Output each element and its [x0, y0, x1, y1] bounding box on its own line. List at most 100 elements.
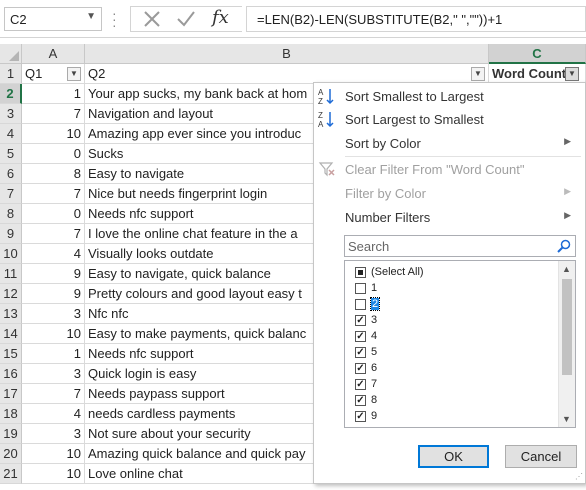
filter-value-item[interactable]: ✓ 5	[355, 345, 555, 361]
row-header[interactable]: 8	[0, 204, 22, 224]
checkbox[interactable]	[355, 299, 366, 310]
cell-q1[interactable]: 4	[22, 244, 85, 264]
cell-q1[interactable]: 7	[22, 384, 85, 404]
submenu-arrow-icon: ▶	[564, 210, 571, 220]
svg-text:Z: Z	[318, 97, 323, 105]
menu-item-label: Filter by Color	[345, 186, 426, 201]
column-header-b[interactable]: B	[85, 44, 489, 64]
cancel-button[interactable]: Cancel	[505, 445, 577, 468]
filter-dropdown-icon[interactable]: ▼	[67, 67, 81, 81]
row-header[interactable]: 9	[0, 224, 22, 244]
row-header[interactable]: 14	[0, 324, 22, 344]
row-header[interactable]: 17	[0, 384, 22, 404]
cell-q1[interactable]: 3	[22, 364, 85, 384]
cell-q1[interactable]: 9	[22, 284, 85, 304]
filter-value-item[interactable]: ✓ 3	[355, 313, 555, 329]
row-header[interactable]: 16	[0, 364, 22, 384]
checkbox[interactable]: ✓	[355, 347, 366, 358]
filter-value-item[interactable]: ✓ 11	[355, 425, 555, 428]
name-box[interactable]: C2 ▼	[4, 7, 102, 31]
column-header-a[interactable]: A	[22, 44, 85, 64]
filter-value-item[interactable]: ✓ 8	[355, 393, 555, 409]
row-header[interactable]: 3	[0, 104, 22, 124]
row-header[interactable]: 13	[0, 304, 22, 324]
menu-item-sort-ascending[interactable]: A Z Sort Smallest to Largest	[314, 85, 586, 107]
select-all-corner[interactable]	[0, 44, 22, 64]
checkbox[interactable]: ✓	[355, 427, 366, 428]
filter-value-item[interactable]: 1	[355, 281, 555, 297]
cell-q1[interactable]: 10	[22, 324, 85, 344]
scroll-up-icon[interactable]: ▲	[562, 264, 571, 274]
cell-q1[interactable]: 7	[22, 184, 85, 204]
cell-q1[interactable]: 3	[22, 304, 85, 324]
cell-q1[interactable]: 10	[22, 464, 85, 484]
row-header[interactable]: 15	[0, 344, 22, 364]
checkbox[interactable]	[355, 267, 366, 278]
row-header[interactable]: 20	[0, 444, 22, 464]
checkbox[interactable]: ✓	[355, 363, 366, 374]
cell-q1[interactable]: 8	[22, 164, 85, 184]
resize-grip-icon[interactable]: ⋰	[575, 473, 583, 481]
cell-q1[interactable]: 3	[22, 424, 85, 444]
insert-function-icon[interactable]: fx	[212, 7, 229, 28]
cell-q1[interactable]: 4	[22, 404, 85, 424]
cancel-icon[interactable]	[140, 8, 164, 30]
sort-descending-icon: Z A	[318, 111, 334, 128]
header-cell-q1[interactable]: Q1 ▼	[22, 64, 85, 84]
scrollbar-thumb[interactable]	[562, 279, 572, 375]
filter-value-item[interactable]: ✓ 9	[355, 409, 555, 425]
cell-q1[interactable]: 1	[22, 84, 85, 104]
checkbox[interactable]: ✓	[355, 379, 366, 390]
filter-value-item[interactable]: (Select All)	[355, 265, 555, 281]
row-header[interactable]: 12	[0, 284, 22, 304]
filter-dropdown-icon[interactable]: ▼	[565, 67, 579, 81]
header-cell-word-count[interactable]: Word Count ▼	[489, 64, 586, 84]
row-header[interactable]: 4	[0, 124, 22, 144]
cell-q1[interactable]: 1	[22, 344, 85, 364]
search-input[interactable]: Search	[344, 235, 576, 257]
row-header[interactable]: 21	[0, 464, 22, 484]
header-label: Q2	[88, 66, 106, 81]
row-header[interactable]: 5	[0, 144, 22, 164]
cell-q1[interactable]: 0	[22, 144, 85, 164]
cell-q1[interactable]: 0	[22, 204, 85, 224]
filter-value-item[interactable]: ✓ 7	[355, 377, 555, 393]
filter-value-item[interactable]: 2	[355, 297, 555, 313]
row-header[interactable]: 10	[0, 244, 22, 264]
scrollbar[interactable]: ▲ ▼	[558, 261, 575, 427]
formula-input[interactable]: =LEN(B2)-LEN(SUBSTITUTE(B2," ",""))+1	[246, 6, 586, 32]
checkbox[interactable]: ✓	[355, 331, 366, 342]
cell-q1[interactable]: 10	[22, 444, 85, 464]
filter-value-item[interactable]: ✓ 4	[355, 329, 555, 345]
filter-dropdown-icon[interactable]: ▼	[471, 67, 485, 81]
column-header-c[interactable]: C	[489, 44, 586, 64]
column-letter: B	[282, 46, 291, 61]
row-header[interactable]: 6	[0, 164, 22, 184]
row-header[interactable]: 19	[0, 424, 22, 444]
header-cell-q2[interactable]: Q2 ▼	[85, 64, 489, 84]
filter-value-item[interactable]: ✓ 6	[355, 361, 555, 377]
menu-item-sort-by-color[interactable]: Sort by Color ▶	[314, 132, 586, 154]
cell-q1[interactable]: 9	[22, 264, 85, 284]
row-header[interactable]: 18	[0, 404, 22, 424]
checkmark-icon[interactable]	[174, 8, 198, 30]
checkbox[interactable]: ✓	[355, 315, 366, 326]
menu-item-sort-descending[interactable]: Z A Sort Largest to Smallest	[314, 108, 586, 130]
more-options-icon[interactable]: · · ·	[112, 6, 117, 32]
row-header[interactable]: 1	[0, 64, 22, 84]
cell-q1[interactable]: 10	[22, 124, 85, 144]
row-header[interactable]: 7	[0, 184, 22, 204]
row-header[interactable]: 11	[0, 264, 22, 284]
ok-button[interactable]: OK	[418, 445, 489, 468]
scroll-down-icon[interactable]: ▼	[562, 414, 571, 424]
row-header[interactable]: 2	[0, 84, 22, 104]
menu-item-label: Sort by Color	[345, 136, 421, 151]
checkbox[interactable]: ✓	[355, 411, 366, 422]
menu-item-number-filters[interactable]: Number Filters ▶	[314, 206, 586, 228]
submenu-arrow-icon: ▶	[564, 136, 571, 146]
cell-q1[interactable]: 7	[22, 224, 85, 244]
chevron-down-icon[interactable]: ▼	[86, 11, 96, 22]
cell-q1[interactable]: 7	[22, 104, 85, 124]
checkbox[interactable]	[355, 283, 366, 294]
checkbox[interactable]: ✓	[355, 395, 366, 406]
